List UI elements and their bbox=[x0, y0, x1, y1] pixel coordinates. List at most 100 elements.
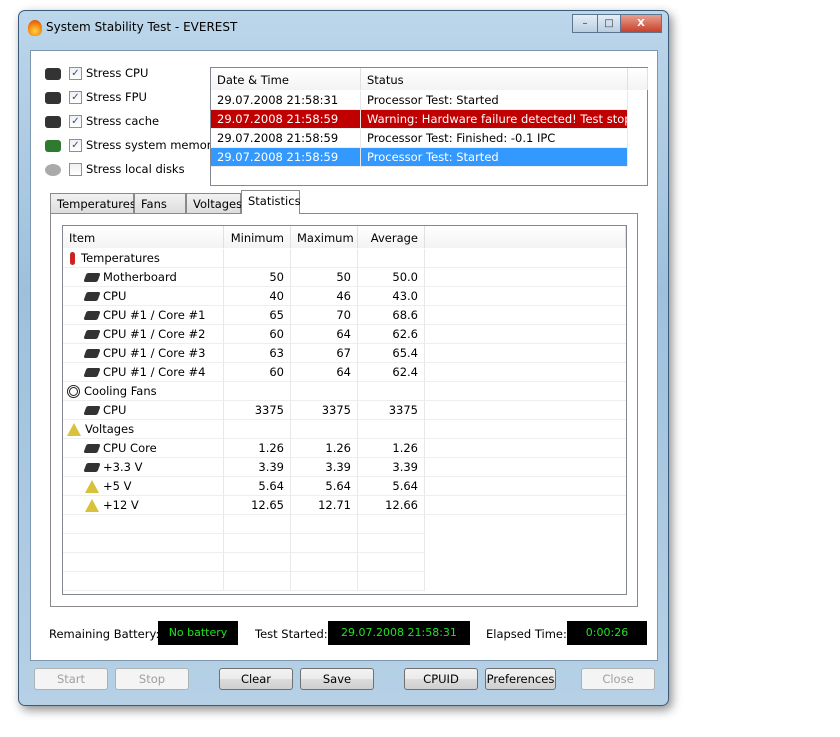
log-status: Warning: Hardware failure detected! Test… bbox=[361, 110, 628, 129]
stop-button[interactable]: Stop bbox=[115, 668, 189, 690]
stats-row[interactable]: +12 V 12.65 12.71 12.66 bbox=[63, 496, 626, 515]
close-button[interactable]: Close bbox=[581, 668, 655, 690]
minimize-button[interactable]: – bbox=[572, 14, 598, 33]
stats-row[interactable]: CPU 40 46 43.0 bbox=[63, 287, 626, 306]
statistics-list[interactable]: Item Minimum Maximum Average Temperature… bbox=[62, 225, 627, 595]
memory-icon bbox=[45, 140, 61, 152]
cpuid-button[interactable]: CPUID bbox=[404, 668, 478, 690]
stats-empty-row bbox=[63, 515, 626, 534]
stats-filler bbox=[425, 439, 626, 458]
close-window-button[interactable]: X bbox=[620, 14, 662, 33]
log-header-time[interactable]: Date & Time bbox=[211, 68, 361, 90]
stats-row[interactable]: CPU #1 / Core #2 60 64 62.6 bbox=[63, 325, 626, 344]
stats-avg: 68.6 bbox=[358, 306, 425, 325]
chip-icon bbox=[83, 368, 101, 377]
stats-max bbox=[291, 420, 358, 439]
tab-temperatures[interactable]: Temperatures bbox=[50, 193, 136, 214]
stats-item: CPU bbox=[63, 401, 224, 420]
stats-header-filler bbox=[425, 226, 626, 248]
stats-max bbox=[291, 249, 358, 268]
stats-min: 5.64 bbox=[224, 477, 291, 496]
save-button[interactable]: Save bbox=[300, 668, 374, 690]
stats-row[interactable]: +3.3 V 3.39 3.39 3.39 bbox=[63, 458, 626, 477]
stats-avg: 3.39 bbox=[358, 458, 425, 477]
stats-empty-cell bbox=[224, 553, 291, 572]
stats-avg: 62.4 bbox=[358, 363, 425, 382]
stats-row[interactable]: CPU Core 1.26 1.26 1.26 bbox=[63, 439, 626, 458]
log-row[interactable]: 29.07.2008 21:58:59 Warning: Hardware fai… bbox=[211, 110, 628, 129]
stats-avg: 65.4 bbox=[358, 344, 425, 363]
stats-row[interactable]: +5 V 5.64 5.64 5.64 bbox=[63, 477, 626, 496]
stats-group-row[interactable]: Temperatures bbox=[63, 249, 626, 268]
stats-group-row[interactable]: Voltages bbox=[63, 420, 626, 439]
tab-statistics[interactable]: Statistics bbox=[241, 190, 301, 214]
stats-empty-cell bbox=[358, 572, 425, 591]
stats-item: CPU #1 / Core #3 bbox=[63, 344, 224, 363]
stats-empty-cell bbox=[291, 534, 358, 553]
stats-empty-cell bbox=[63, 515, 224, 534]
maximize-button[interactable]: □ bbox=[597, 14, 621, 33]
stats-avg: 3375 bbox=[358, 401, 425, 420]
stress-checkbox[interactable]: ✓ bbox=[69, 115, 82, 128]
log-row[interactable]: 29.07.2008 21:58:59 Processor Test: Start… bbox=[211, 148, 628, 167]
stress-checkbox[interactable]: ✓ bbox=[69, 139, 82, 152]
log-header-status[interactable]: Status bbox=[361, 68, 628, 90]
voltage-icon bbox=[85, 480, 99, 493]
chip-icon bbox=[83, 330, 101, 339]
stats-row[interactable]: CPU 3375 3375 3375 bbox=[63, 401, 626, 420]
stats-empty-row bbox=[63, 553, 626, 572]
stats-item: Cooling Fans bbox=[63, 382, 224, 401]
stats-item-label: CPU #1 / Core #2 bbox=[103, 327, 206, 341]
stats-min bbox=[224, 382, 291, 401]
log-list[interactable]: Date & Time Status 29.07.2008 21:58:31 Pr… bbox=[210, 67, 648, 186]
stats-filler bbox=[425, 249, 626, 268]
stats-header-minimum[interactable]: Minimum bbox=[224, 226, 291, 248]
stats-max: 67 bbox=[291, 344, 358, 363]
stress-label: Stress CPU bbox=[86, 66, 149, 80]
stats-item: +3.3 V bbox=[63, 458, 224, 477]
stats-item-label: +12 V bbox=[103, 498, 139, 512]
chip-icon bbox=[83, 292, 101, 301]
log-row[interactable]: 29.07.2008 21:58:31 Processor Test: Start… bbox=[211, 91, 628, 110]
stats-header-maximum[interactable]: Maximum bbox=[291, 226, 358, 248]
stats-empty-cell bbox=[224, 515, 291, 534]
stress-checkbox[interactable] bbox=[69, 163, 82, 176]
stats-row[interactable]: CPU #1 / Core #3 63 67 65.4 bbox=[63, 344, 626, 363]
stats-empty-cell bbox=[291, 515, 358, 534]
stats-header-item[interactable]: Item bbox=[63, 226, 224, 248]
stats-empty-cell bbox=[63, 572, 224, 591]
stats-min: 1.26 bbox=[224, 439, 291, 458]
stats-avg: 43.0 bbox=[358, 287, 425, 306]
preferences-button[interactable]: Preferences bbox=[485, 668, 556, 690]
stats-empty-cell bbox=[63, 553, 224, 572]
stats-row[interactable]: Motherboard 50 50 50.0 bbox=[63, 268, 626, 287]
elapsed-time-label: Elapsed Time: bbox=[486, 627, 567, 641]
stress-checkbox[interactable]: ✓ bbox=[69, 91, 82, 104]
stats-filler bbox=[425, 306, 626, 325]
stats-item: CPU #1 / Core #4 bbox=[63, 363, 224, 382]
stats-row[interactable]: CPU #1 / Core #4 60 64 62.4 bbox=[63, 363, 626, 382]
stats-filler bbox=[425, 496, 626, 515]
stats-max: 3375 bbox=[291, 401, 358, 420]
stats-min: 63 bbox=[224, 344, 291, 363]
chip-icon bbox=[83, 406, 101, 415]
clear-button[interactable]: Clear bbox=[219, 668, 293, 690]
stats-max: 1.26 bbox=[291, 439, 358, 458]
tab-voltages[interactable]: Voltages bbox=[186, 193, 242, 214]
stress-label: Stress FPU bbox=[86, 90, 147, 104]
stats-group-row[interactable]: Cooling Fans bbox=[63, 382, 626, 401]
stress-label: Stress cache bbox=[86, 114, 160, 128]
tab-fans[interactable]: Fans bbox=[134, 193, 186, 214]
stats-filler bbox=[425, 325, 626, 344]
stats-max: 50 bbox=[291, 268, 358, 287]
stress-checkbox[interactable]: ✓ bbox=[69, 67, 82, 80]
stats-empty-cell bbox=[291, 572, 358, 591]
stats-item-label: Motherboard bbox=[103, 270, 177, 284]
stats-filler bbox=[425, 477, 626, 496]
log-row[interactable]: 29.07.2008 21:58:59 Processor Test: Finis… bbox=[211, 129, 628, 148]
start-button[interactable]: Start bbox=[34, 668, 108, 690]
stats-item: Voltages bbox=[63, 420, 224, 439]
stats-header-average[interactable]: Average bbox=[358, 226, 425, 248]
stats-row[interactable]: CPU #1 / Core #1 65 70 68.6 bbox=[63, 306, 626, 325]
stats-avg: 50.0 bbox=[358, 268, 425, 287]
